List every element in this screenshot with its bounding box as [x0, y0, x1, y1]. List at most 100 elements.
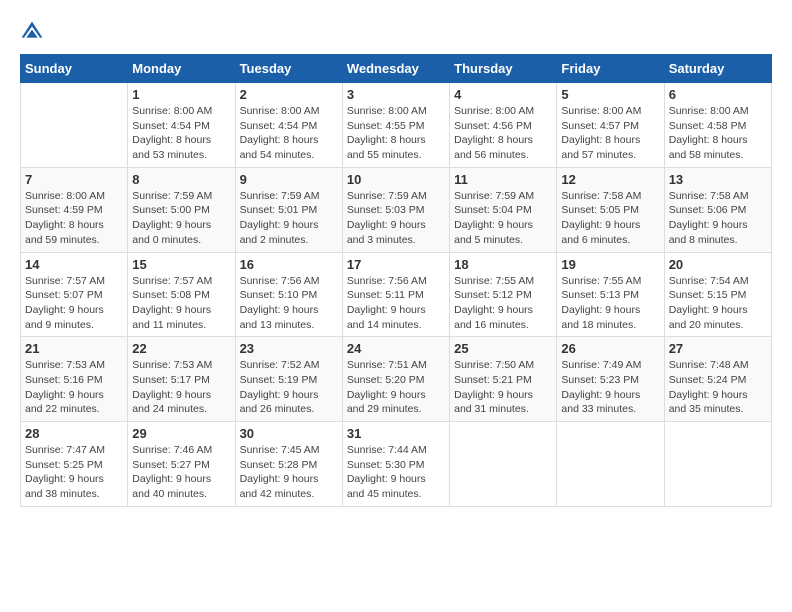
day-info: Sunrise: 7:45 AMSunset: 5:28 PMDaylight:…	[240, 443, 338, 502]
weekday-header: Wednesday	[342, 55, 449, 83]
calendar-cell: 11 Sunrise: 7:59 AMSunset: 5:04 PMDayligh…	[450, 167, 557, 252]
day-info: Sunrise: 7:57 AMSunset: 5:08 PMDaylight:…	[132, 274, 230, 333]
calendar-header: SundayMondayTuesdayWednesdayThursdayFrid…	[21, 55, 772, 83]
calendar-table: SundayMondayTuesdayWednesdayThursdayFrid…	[20, 54, 772, 507]
day-info: Sunrise: 7:55 AMSunset: 5:12 PMDaylight:…	[454, 274, 552, 333]
day-number: 23	[240, 341, 338, 356]
day-info: Sunrise: 7:58 AMSunset: 5:05 PMDaylight:…	[561, 189, 659, 248]
weekday-header: Thursday	[450, 55, 557, 83]
calendar-cell: 26 Sunrise: 7:49 AMSunset: 5:23 PMDayligh…	[557, 337, 664, 422]
day-number: 16	[240, 257, 338, 272]
day-number: 24	[347, 341, 445, 356]
day-info: Sunrise: 8:00 AMSunset: 4:54 PMDaylight:…	[132, 104, 230, 163]
day-info: Sunrise: 7:46 AMSunset: 5:27 PMDaylight:…	[132, 443, 230, 502]
day-number: 6	[669, 87, 767, 102]
day-number: 10	[347, 172, 445, 187]
day-info: Sunrise: 7:59 AMSunset: 5:01 PMDaylight:…	[240, 189, 338, 248]
weekday-header: Friday	[557, 55, 664, 83]
day-info: Sunrise: 7:52 AMSunset: 5:19 PMDaylight:…	[240, 358, 338, 417]
day-info: Sunrise: 7:59 AMSunset: 5:00 PMDaylight:…	[132, 189, 230, 248]
calendar-cell: 2 Sunrise: 8:00 AMSunset: 4:54 PMDaylight…	[235, 83, 342, 168]
day-info: Sunrise: 7:54 AMSunset: 5:15 PMDaylight:…	[669, 274, 767, 333]
day-info: Sunrise: 7:59 AMSunset: 5:04 PMDaylight:…	[454, 189, 552, 248]
day-info: Sunrise: 7:44 AMSunset: 5:30 PMDaylight:…	[347, 443, 445, 502]
day-info: Sunrise: 7:56 AMSunset: 5:10 PMDaylight:…	[240, 274, 338, 333]
calendar-week-row: 14 Sunrise: 7:57 AMSunset: 5:07 PMDayligh…	[21, 252, 772, 337]
calendar-cell: 8 Sunrise: 7:59 AMSunset: 5:00 PMDaylight…	[128, 167, 235, 252]
day-number: 5	[561, 87, 659, 102]
calendar-cell: 3 Sunrise: 8:00 AMSunset: 4:55 PMDaylight…	[342, 83, 449, 168]
day-info: Sunrise: 7:57 AMSunset: 5:07 PMDaylight:…	[25, 274, 123, 333]
day-info: Sunrise: 7:49 AMSunset: 5:23 PMDaylight:…	[561, 358, 659, 417]
day-number: 30	[240, 426, 338, 441]
logo	[20, 20, 48, 44]
day-number: 20	[669, 257, 767, 272]
calendar-body: 1 Sunrise: 8:00 AMSunset: 4:54 PMDaylight…	[21, 83, 772, 507]
day-info: Sunrise: 7:59 AMSunset: 5:03 PMDaylight:…	[347, 189, 445, 248]
weekday-header-row: SundayMondayTuesdayWednesdayThursdayFrid…	[21, 55, 772, 83]
day-number: 28	[25, 426, 123, 441]
day-info: Sunrise: 8:00 AMSunset: 4:54 PMDaylight:…	[240, 104, 338, 163]
day-info: Sunrise: 7:53 AMSunset: 5:16 PMDaylight:…	[25, 358, 123, 417]
day-info: Sunrise: 7:50 AMSunset: 5:21 PMDaylight:…	[454, 358, 552, 417]
weekday-header: Tuesday	[235, 55, 342, 83]
day-number: 9	[240, 172, 338, 187]
day-info: Sunrise: 8:00 AMSunset: 4:57 PMDaylight:…	[561, 104, 659, 163]
calendar-cell: 28 Sunrise: 7:47 AMSunset: 5:25 PMDayligh…	[21, 422, 128, 507]
calendar-cell: 21 Sunrise: 7:53 AMSunset: 5:16 PMDayligh…	[21, 337, 128, 422]
day-info: Sunrise: 8:00 AMSunset: 4:58 PMDaylight:…	[669, 104, 767, 163]
calendar-cell: 17 Sunrise: 7:56 AMSunset: 5:11 PMDayligh…	[342, 252, 449, 337]
calendar-cell: 16 Sunrise: 7:56 AMSunset: 5:10 PMDayligh…	[235, 252, 342, 337]
day-info: Sunrise: 8:00 AMSunset: 4:56 PMDaylight:…	[454, 104, 552, 163]
calendar-cell: 13 Sunrise: 7:58 AMSunset: 5:06 PMDayligh…	[664, 167, 771, 252]
day-number: 19	[561, 257, 659, 272]
day-number: 26	[561, 341, 659, 356]
calendar-week-row: 1 Sunrise: 8:00 AMSunset: 4:54 PMDaylight…	[21, 83, 772, 168]
day-number: 7	[25, 172, 123, 187]
day-info: Sunrise: 7:58 AMSunset: 5:06 PMDaylight:…	[669, 189, 767, 248]
day-number: 11	[454, 172, 552, 187]
day-number: 13	[669, 172, 767, 187]
day-number: 4	[454, 87, 552, 102]
day-number: 14	[25, 257, 123, 272]
calendar-cell: 4 Sunrise: 8:00 AMSunset: 4:56 PMDaylight…	[450, 83, 557, 168]
weekday-header: Saturday	[664, 55, 771, 83]
calendar-cell: 23 Sunrise: 7:52 AMSunset: 5:19 PMDayligh…	[235, 337, 342, 422]
calendar-cell: 9 Sunrise: 7:59 AMSunset: 5:01 PMDaylight…	[235, 167, 342, 252]
day-info: Sunrise: 7:53 AMSunset: 5:17 PMDaylight:…	[132, 358, 230, 417]
calendar-cell: 14 Sunrise: 7:57 AMSunset: 5:07 PMDayligh…	[21, 252, 128, 337]
day-number: 17	[347, 257, 445, 272]
day-number: 25	[454, 341, 552, 356]
day-info: Sunrise: 8:00 AMSunset: 4:59 PMDaylight:…	[25, 189, 123, 248]
day-number: 8	[132, 172, 230, 187]
day-number: 21	[25, 341, 123, 356]
calendar-cell: 12Sunrise: 7:58 AMSunset: 5:05 PMDayligh…	[557, 167, 664, 252]
calendar-cell: 6 Sunrise: 8:00 AMSunset: 4:58 PMDaylight…	[664, 83, 771, 168]
day-info: Sunrise: 7:47 AMSunset: 5:25 PMDaylight:…	[25, 443, 123, 502]
calendar-week-row: 7 Sunrise: 8:00 AMSunset: 4:59 PMDaylight…	[21, 167, 772, 252]
day-number: 2	[240, 87, 338, 102]
day-info: Sunrise: 7:55 AMSunset: 5:13 PMDaylight:…	[561, 274, 659, 333]
calendar-cell	[664, 422, 771, 507]
day-number: 22	[132, 341, 230, 356]
day-number: 3	[347, 87, 445, 102]
calendar-cell: 5 Sunrise: 8:00 AMSunset: 4:57 PMDaylight…	[557, 83, 664, 168]
day-number: 1	[132, 87, 230, 102]
calendar-week-row: 21 Sunrise: 7:53 AMSunset: 5:16 PMDayligh…	[21, 337, 772, 422]
day-number: 18	[454, 257, 552, 272]
calendar-cell	[557, 422, 664, 507]
logo-icon	[20, 20, 44, 44]
day-info: Sunrise: 7:51 AMSunset: 5:20 PMDaylight:…	[347, 358, 445, 417]
day-info: Sunrise: 8:00 AMSunset: 4:55 PMDaylight:…	[347, 104, 445, 163]
day-number: 27	[669, 341, 767, 356]
weekday-header: Monday	[128, 55, 235, 83]
calendar-cell: 7 Sunrise: 8:00 AMSunset: 4:59 PMDaylight…	[21, 167, 128, 252]
calendar-cell: 25 Sunrise: 7:50 AMSunset: 5:21 PMDayligh…	[450, 337, 557, 422]
calendar-cell: 1 Sunrise: 8:00 AMSunset: 4:54 PMDaylight…	[128, 83, 235, 168]
calendar-cell: 22 Sunrise: 7:53 AMSunset: 5:17 PMDayligh…	[128, 337, 235, 422]
day-number: 29	[132, 426, 230, 441]
day-info: Sunrise: 7:56 AMSunset: 5:11 PMDaylight:…	[347, 274, 445, 333]
calendar-week-row: 28 Sunrise: 7:47 AMSunset: 5:25 PMDayligh…	[21, 422, 772, 507]
calendar-cell: 19 Sunrise: 7:55 AMSunset: 5:13 PMDayligh…	[557, 252, 664, 337]
calendar-cell: 27Sunrise: 7:48 AMSunset: 5:24 PMDayligh…	[664, 337, 771, 422]
